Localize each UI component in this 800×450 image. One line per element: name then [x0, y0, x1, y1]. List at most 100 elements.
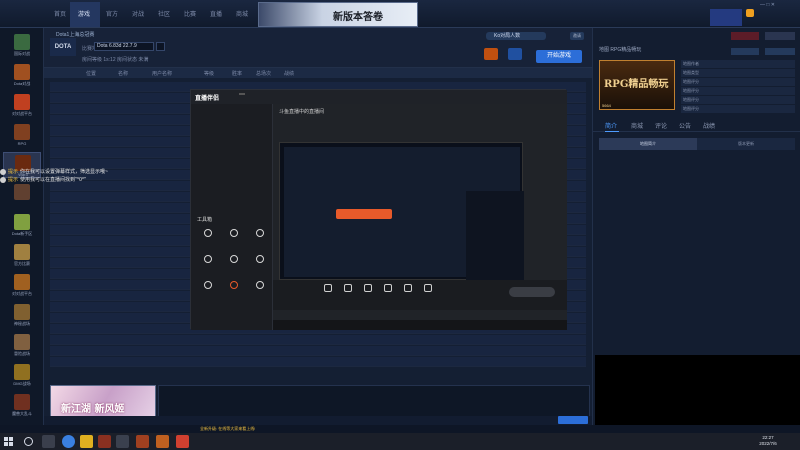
status-news[interactable]: 全新升级: 在线等大家来看上线!: [200, 425, 255, 433]
sidebar-game-item[interactable]: 对对战平台: [3, 272, 41, 298]
game-label: 对对战平台: [12, 291, 32, 296]
app-icon[interactable]: [156, 435, 169, 448]
embed-tools-title: 工具箱: [197, 217, 213, 223]
control-icon: [364, 284, 372, 292]
map-download-icon[interactable]: [156, 42, 165, 51]
embed-control-button[interactable]: [419, 284, 437, 304]
nav-item-battle[interactable]: 对战: [132, 9, 144, 18]
embed-tool-button[interactable]: [223, 228, 245, 248]
windows-start-icon[interactable]: [4, 437, 13, 446]
sidebar-game-item[interactable]: 官方比赛: [3, 242, 41, 268]
folder-icon[interactable]: [80, 435, 93, 448]
embed-tool-button[interactable]: [197, 228, 219, 248]
nav-item-home[interactable]: 首页: [54, 9, 66, 18]
os-taskbar: 22:27 2022/7/6: [0, 433, 800, 450]
embed-tool-button[interactable]: [197, 254, 219, 274]
vip-notice[interactable]: [710, 9, 742, 26]
embed-dialog[interactable]: [336, 209, 392, 219]
sidebar-game-item[interactable]: Dota对战: [3, 62, 41, 88]
gift-badge-icon[interactable]: [484, 48, 498, 60]
chat-sender[interactable]: 提示: [8, 169, 18, 175]
sub-tab-intro[interactable]: 地图简介: [599, 138, 697, 150]
embed-tool-button[interactable]: [223, 280, 245, 300]
sidebar-game-item[interactable]: [3, 182, 41, 208]
embed-tool-button[interactable]: [223, 254, 245, 274]
app-icon[interactable]: [176, 435, 189, 448]
nav-item-games[interactable]: 游戏: [78, 9, 90, 18]
room-breadcrumb[interactable]: Dota1上海总冠赛: [56, 31, 94, 38]
embed-tool-button[interactable]: [249, 280, 271, 300]
embed-start-button[interactable]: [509, 287, 555, 297]
sub-tab-updates[interactable]: 版本更新: [697, 138, 795, 150]
sidebar-game-item[interactable]: RPG: [3, 122, 41, 148]
tab-comments[interactable]: 评论: [655, 121, 667, 130]
map-select[interactable]: Dota 6.83d 22.7.9: [94, 42, 154, 51]
search-icon[interactable]: [24, 437, 33, 446]
window-controls[interactable]: — □ ✕: [760, 2, 775, 8]
nav-item-store[interactable]: 商城: [236, 9, 248, 18]
embed-control-button[interactable]: [359, 284, 377, 304]
chat-sender[interactable]: 提示: [8, 177, 18, 183]
player-slot-row[interactable]: [50, 346, 586, 356]
room-count-button[interactable]: Ko对局人数: [486, 32, 546, 40]
nav-item-official[interactable]: 官方: [106, 9, 118, 18]
sidebar-game-item[interactable]: 冒险战场: [3, 332, 41, 358]
sidebar-game-item[interactable]: 魔兽大乱斗: [3, 392, 41, 418]
game-thumb-icon: [14, 334, 30, 350]
right-small-button[interactable]: [765, 48, 795, 55]
embed-control-button[interactable]: [399, 284, 417, 304]
video-area: [595, 355, 800, 425]
invite-button[interactable]: 邀请: [570, 32, 584, 40]
nav-item-live[interactable]: 直播: [210, 9, 222, 18]
right-small-button[interactable]: [731, 48, 759, 55]
chest-badge-icon[interactable]: [508, 48, 522, 60]
game-thumb-icon: [14, 214, 30, 230]
tab-record[interactable]: 战绩: [703, 121, 715, 130]
dota-logo-icon: DOTA: [50, 38, 76, 56]
embed-control-button[interactable]: [319, 284, 337, 304]
task-view-icon[interactable]: [42, 435, 55, 448]
promo-text: 新江湖 新风姬: [61, 404, 125, 415]
tab-store[interactable]: 商城: [631, 121, 643, 130]
embed-tool-button[interactable]: [249, 228, 271, 248]
sidebar-game-item[interactable]: 神秘战场: [3, 302, 41, 328]
game-label: 魔兽大乱斗: [12, 411, 32, 416]
game-thumb-icon: [14, 394, 30, 410]
left-game-rail: 国际对战 Dota对战 对对战平台 RPG War3 Dota新手区 官方比赛 对对战平台 神秘…: [0, 28, 44, 428]
embed-statusbar: [273, 320, 567, 330]
embed-tool-button[interactable]: [249, 254, 271, 274]
chrome-icon[interactable]: [62, 435, 75, 448]
map-info-row: 地图作者: [681, 60, 795, 68]
embed-tag: [239, 93, 245, 95]
app-icon[interactable]: [98, 435, 111, 448]
game-thumb-icon: [14, 64, 30, 80]
sidebar-game-item[interactable]: Dota新手区: [3, 212, 41, 238]
embed-tool-button[interactable]: [197, 280, 219, 300]
right-action-button[interactable]: [765, 32, 795, 40]
tab-notice[interactable]: 公告: [679, 121, 691, 130]
nav-item-community[interactable]: 社区: [158, 9, 170, 18]
sidebar-game-item[interactable]: 国际对战: [3, 32, 41, 58]
player-slot-row[interactable]: [50, 357, 586, 367]
start-game-button[interactable]: 开始游戏: [536, 50, 582, 63]
tab-underline: [605, 131, 619, 132]
tool-icon: [230, 255, 238, 263]
tool-icon: [204, 229, 212, 237]
right-action-button[interactable]: [731, 32, 759, 40]
app-icon[interactable]: [136, 435, 149, 448]
sidebar-game-item[interactable]: 对对战平台: [3, 92, 41, 118]
tab-intro[interactable]: 简介: [605, 121, 617, 130]
map-cover[interactable]: RPG精品畅玩 5664: [599, 60, 675, 110]
game-platform-icon[interactable]: [116, 435, 129, 448]
send-button[interactable]: [558, 416, 588, 424]
sidebar-game-item[interactable]: DMG战场: [3, 362, 41, 388]
tool-icon: [204, 255, 212, 263]
top-banner-ad[interactable]: 新版本答卷: [258, 2, 418, 27]
clock[interactable]: 22:27 2022/7/6: [748, 435, 788, 447]
embed-control-button[interactable]: [379, 284, 397, 304]
nav-item-match[interactable]: 比赛: [184, 9, 196, 18]
chat-input[interactable]: [158, 385, 590, 417]
embed-control-button[interactable]: [339, 284, 357, 304]
player-slot-row[interactable]: [50, 335, 586, 345]
tool-icon: [256, 255, 264, 263]
